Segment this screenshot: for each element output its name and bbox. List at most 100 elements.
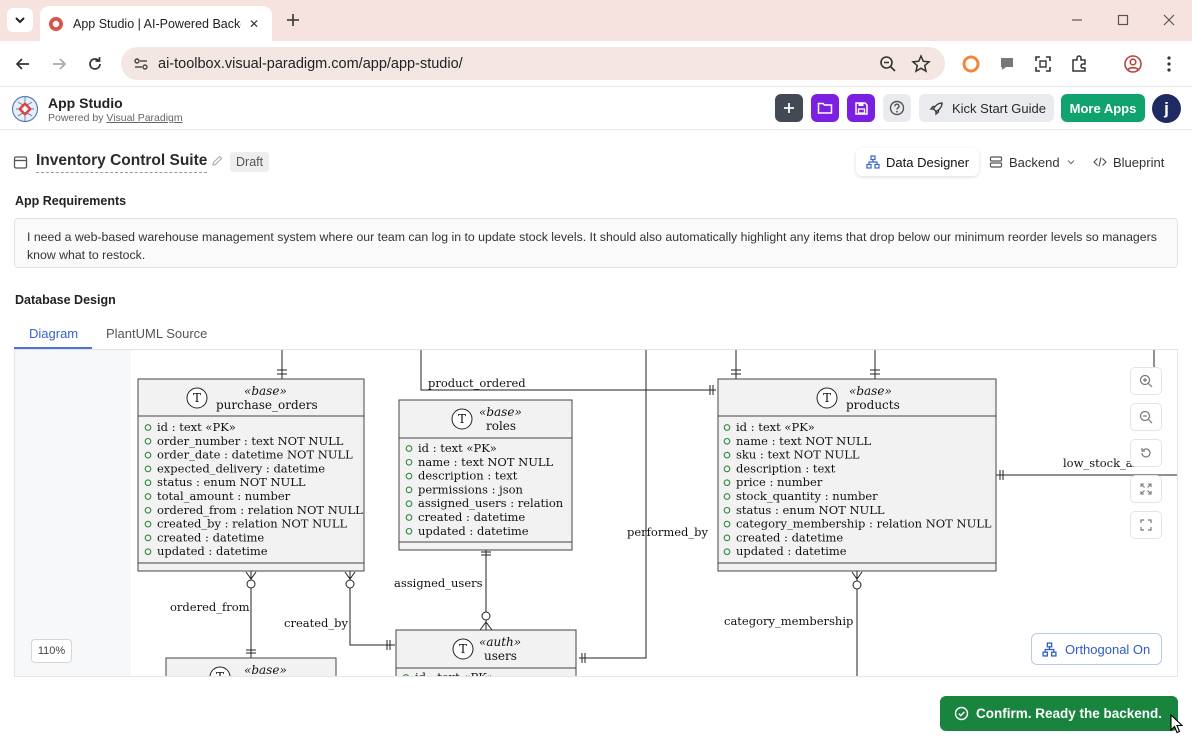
fit-to-screen-button[interactable] — [1130, 475, 1162, 503]
minimize-icon[interactable] — [1068, 11, 1086, 29]
er-diagram-canvas[interactable]: product_ordered performed_by low_stock_a… — [14, 350, 1178, 677]
entity-users[interactable]: T «auth» users id : text «PK» — [395, 629, 577, 677]
entity-name: roles — [486, 419, 516, 433]
browser-toolbar: ai-toolbox.visual-paradigm.com/app/app-s… — [0, 41, 1192, 87]
profile-icon[interactable] — [1122, 53, 1144, 75]
entity-stereotype: «base» — [244, 663, 287, 677]
entity-field: ordered_from : relation NOT NULL — [157, 503, 363, 517]
help-button[interactable] — [883, 94, 911, 122]
rel-label-created-by: created_by — [284, 616, 349, 630]
entity-field: order_date : datetime NOT NULL — [157, 448, 353, 462]
reload-icon[interactable] — [84, 53, 106, 75]
powered-by: Powered by Visual Paradigm — [48, 112, 183, 124]
back-arrow-icon[interactable] — [12, 53, 34, 75]
tab-backend[interactable]: Backend — [979, 148, 1085, 176]
browser-menu-icon[interactable] — [1158, 53, 1180, 75]
entity-field: permissions : json — [418, 482, 524, 496]
code-icon — [1093, 157, 1107, 167]
entity-purchase-orders[interactable]: T «base» purchase_orders id : text «PK»o… — [137, 378, 365, 572]
address-bar[interactable]: ai-toolbox.visual-paradigm.com/app/app-s… — [121, 47, 945, 80]
reset-icon — [1141, 448, 1151, 458]
tab-data-designer[interactable]: Data Designer — [856, 148, 980, 176]
fullscreen-button[interactable] — [1130, 511, 1162, 539]
tab-diagram[interactable]: Diagram — [29, 326, 78, 341]
confirm-ready-backend-button[interactable]: Confirm. Ready the backend. — [940, 696, 1178, 731]
entity-field: updated : datetime — [157, 544, 268, 558]
entity-stereotype: «base» — [244, 384, 287, 398]
entity-field: id : text «PK» — [157, 420, 236, 434]
entity-icon-letter: T — [216, 670, 224, 677]
pencil-icon[interactable] — [211, 155, 223, 167]
zoom-out-button[interactable] — [1130, 403, 1162, 431]
tab-title: App Studio | AI-Powered Backend — [73, 16, 241, 31]
tab-data-designer-label: Data Designer — [886, 154, 970, 170]
entity-field: id : text «PK» — [418, 441, 497, 455]
requirements-text[interactable]: I need a web-based warehouse management … — [14, 218, 1178, 268]
expand-arrows-icon — [1140, 483, 1152, 495]
bookmark-star-icon[interactable] — [910, 53, 932, 75]
rel-label-assigned-users: assigned_users — [394, 576, 483, 590]
tab-blueprint-label: Blueprint — [1113, 154, 1165, 170]
new-tab-icon[interactable] — [282, 9, 304, 31]
tab-plantuml-source[interactable]: PlantUML Source — [106, 326, 207, 341]
screenshot-icon[interactable] — [1032, 53, 1054, 75]
visual-paradigm-logo-icon — [11, 95, 39, 123]
close-icon[interactable]: ✕ — [246, 16, 262, 32]
mouse-cursor-icon — [1170, 714, 1184, 734]
entity-field: created : datetime — [418, 510, 525, 524]
zoom-in-button[interactable] — [1130, 367, 1162, 395]
add-button[interactable] — [775, 94, 803, 122]
entity-stereotype: «base» — [479, 405, 522, 419]
entity-name: products — [846, 398, 900, 412]
reset-zoom-button[interactable] — [1130, 439, 1162, 467]
chevron-down-icon — [1067, 160, 1075, 165]
maximize-icon[interactable] — [1114, 11, 1132, 29]
database-tabs: Diagram PlantUML Source — [14, 319, 1178, 350]
browser-tabstrip: App Studio | AI-Powered Backend ✕ — [0, 0, 1192, 41]
database-design-heading: Database Design — [15, 293, 116, 307]
open-folder-button[interactable] — [811, 94, 839, 122]
tab-search-button[interactable] — [7, 8, 33, 32]
plus-icon — [784, 103, 794, 113]
entity-field: order_number : text NOT NULL — [157, 434, 344, 448]
entity-field: status : enum NOT NULL — [736, 503, 885, 517]
kick-start-guide-button[interactable]: Kick Start Guide — [919, 94, 1054, 122]
fullscreen-icon — [1140, 519, 1152, 531]
entity-roles[interactable]: T «base» roles id : text «PK»name : text… — [398, 399, 573, 551]
entity-field: id : text «PK» — [736, 420, 815, 434]
entity-suppliers[interactable]: T «base» — [165, 657, 337, 677]
window-close-icon[interactable] — [1160, 11, 1178, 29]
entity-field: description : text — [418, 469, 518, 483]
browser-tab-active[interactable]: App Studio | AI-Powered Backend ✕ — [40, 6, 272, 41]
entity-field: description : text — [736, 461, 836, 475]
confirm-label: Confirm. Ready the backend. — [976, 706, 1163, 721]
kick-start-label: Kick Start Guide — [952, 100, 1046, 116]
save-button[interactable] — [847, 94, 875, 122]
project-name[interactable]: Inventory Control Suite — [36, 152, 208, 173]
save-disk-icon — [854, 101, 868, 115]
status-badge: Draft — [230, 152, 270, 172]
extension-chat-icon[interactable] — [996, 53, 1018, 75]
visual-paradigm-link[interactable]: Visual Paradigm — [106, 112, 182, 124]
orthogonal-toggle-button[interactable]: Orthogonal On — [1031, 633, 1162, 665]
zoom-magnifier-icon[interactable] — [877, 53, 899, 75]
extensions-puzzle-icon[interactable] — [1068, 53, 1090, 75]
user-avatar[interactable]: j — [1152, 94, 1181, 123]
rocket-icon — [929, 101, 943, 115]
entity-name: purchase_orders — [216, 398, 318, 412]
hierarchy-icon — [866, 155, 880, 169]
entity-icon-letter: T — [823, 391, 831, 405]
tab-blueprint[interactable]: Blueprint — [1083, 148, 1174, 176]
app-header: App Studio Powered by Visual Paradigm Ki… — [0, 88, 1192, 130]
requirements-heading: App Requirements — [15, 194, 127, 208]
entity-field: total_amount : number — [157, 489, 291, 503]
chevron-down-icon — [15, 17, 25, 24]
extension-record-icon[interactable] — [960, 53, 982, 75]
forward-arrow-icon[interactable] — [48, 53, 70, 75]
rel-label-product-ordered: product_ordered — [428, 376, 526, 390]
site-info-icon[interactable] — [132, 55, 150, 73]
entity-products[interactable]: T «base» products id : text «PK»name : t… — [717, 378, 997, 572]
entity-icon-letter: T — [193, 391, 201, 405]
more-apps-button[interactable]: More Apps — [1061, 94, 1145, 122]
url-text: ai-toolbox.visual-paradigm.com/app/app-s… — [158, 56, 463, 72]
